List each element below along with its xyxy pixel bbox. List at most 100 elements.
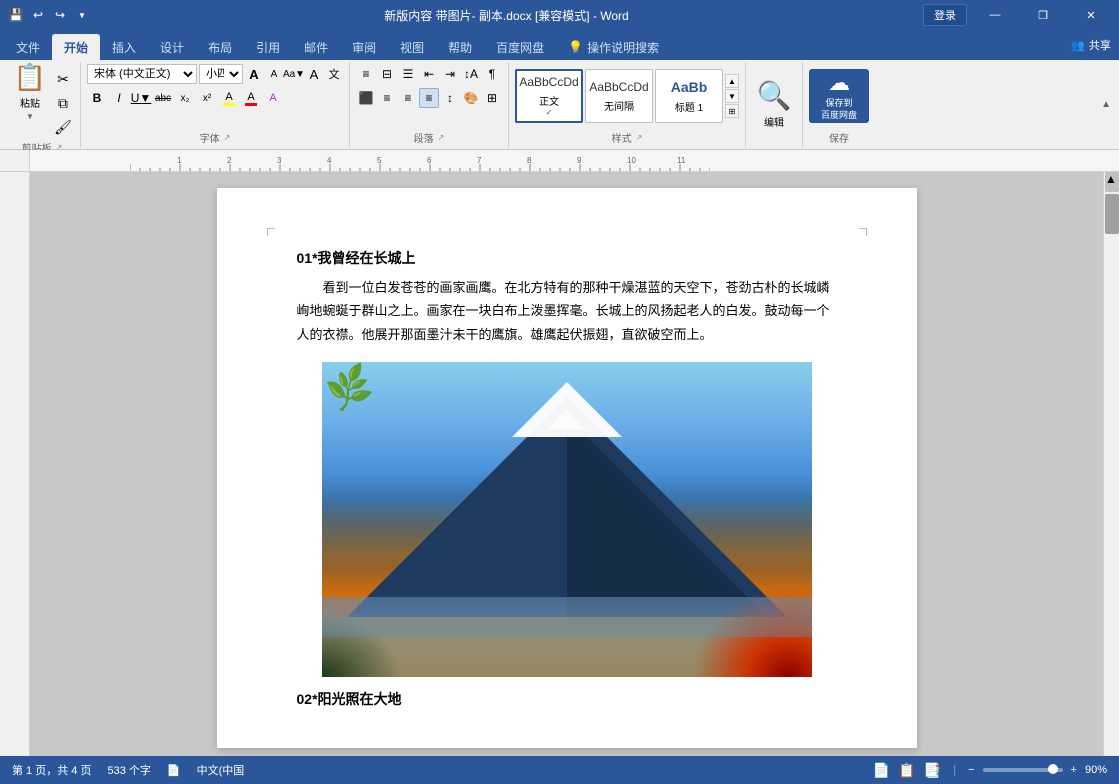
font-expand-icon[interactable]: ↗: [224, 133, 231, 142]
tab-file[interactable]: 文件: [4, 34, 52, 60]
editing-button[interactable]: 🔍 编辑: [752, 77, 796, 131]
body-text-1[interactable]: 看到一位白发苍苍的画家画鹰。在北方特有的那种干燥湛蓝的天空下，苍劲古朴的长城嶙峋…: [297, 276, 837, 346]
cloud-icon: ☁: [828, 70, 850, 96]
grow-font-button[interactable]: A: [245, 64, 263, 84]
save-group: ☁ 保存到百度网盘 保存: [803, 62, 875, 147]
decrease-indent-button[interactable]: ⇤: [419, 64, 439, 84]
justify-button[interactable]: ≡: [419, 88, 439, 108]
save-baidu-button[interactable]: ☁ 保存到百度网盘: [809, 69, 869, 123]
svg-text:11: 11: [677, 156, 686, 165]
zoom-slider[interactable]: [983, 768, 1063, 772]
bullet-list-button[interactable]: ≡: [356, 64, 376, 84]
align-right-button[interactable]: ≡: [398, 88, 418, 108]
styles-expand-icon[interactable]: ↗: [636, 133, 643, 142]
scrollbar-track[interactable]: ▲: [1103, 172, 1119, 756]
font-label: 字体: [200, 130, 220, 145]
case-button[interactable]: Aa▼: [285, 64, 303, 84]
document-page[interactable]: 01*我曾经在长城上 看到一位白发苍苍的画家画鹰。在北方特有的那种干燥湛蓝的天空…: [217, 188, 917, 748]
document-image[interactable]: 🌿: [322, 362, 812, 677]
layout-icon: 📄: [167, 764, 181, 777]
zoom-minus-button[interactable]: −: [968, 764, 974, 776]
line-spacing-button[interactable]: ↕: [440, 88, 460, 108]
editing-content: 🔍 编辑: [752, 64, 796, 143]
para-row-1: ≡ ⊟ ☰ ⇤ ⇥ ↕A ¶: [356, 64, 502, 84]
scrollbar-thumb[interactable]: [1105, 194, 1119, 234]
share-button[interactable]: 👥 共享: [1071, 30, 1111, 60]
tab-home[interactable]: 开始: [52, 34, 100, 60]
style-zhengwen[interactable]: AaBbCcDd 正文 ✓: [515, 69, 583, 123]
font-size-select[interactable]: 小四: [199, 64, 243, 84]
redo-icon[interactable]: ↪: [52, 7, 68, 23]
subscript-button[interactable]: x₂: [175, 88, 195, 108]
italic-button[interactable]: I: [109, 88, 129, 108]
paste-button[interactable]: 📋 粘贴 ▼: [10, 64, 50, 118]
zoom-plus-button[interactable]: +: [1071, 764, 1077, 776]
align-left-button[interactable]: ⬛: [356, 88, 376, 108]
styles-scroll-up[interactable]: ▲: [725, 74, 739, 88]
close-button[interactable]: ✕: [1071, 0, 1111, 30]
ruler-area: // This will be rendered server-side-lik…: [0, 150, 1119, 172]
tab-baidu[interactable]: 百度网盘: [484, 34, 556, 60]
login-button[interactable]: 登录: [923, 4, 967, 26]
font-name-select[interactable]: 宋体 (中文正文): [87, 64, 197, 84]
increase-indent-button[interactable]: ⇥: [440, 64, 460, 84]
tab-insert[interactable]: 插入: [100, 34, 148, 60]
status-bar: 第 1 页，共 4 页 533 个字 📄 中文(中国 📄 📋 📑 | − + 9…: [0, 756, 1119, 784]
underline-button[interactable]: U▼: [131, 88, 151, 108]
undo-icon[interactable]: ↩: [30, 7, 46, 23]
numbered-list-button[interactable]: ⊟: [377, 64, 397, 84]
cut-button[interactable]: ✂: [52, 68, 74, 90]
sort-button[interactable]: ↕A: [461, 64, 481, 84]
paragraph-expand-icon[interactable]: ↗: [438, 133, 445, 142]
view-web-icon[interactable]: 📋: [898, 762, 915, 779]
tab-layout[interactable]: 布局: [196, 34, 244, 60]
strikethrough-button[interactable]: abc: [153, 88, 173, 108]
format-paint-button[interactable]: 🖌: [52, 116, 74, 138]
customize-icon[interactable]: ▼: [74, 7, 90, 23]
styles-gallery: AaBbCcDd 正文 ✓ AaBbCcDd 无间隔 AaBb 标题 1: [515, 69, 723, 123]
font-group: 宋体 (中文正文) 小四 A A Aa▼ A 文 B I U▼ abc x₂ x…: [81, 62, 350, 147]
heading-2[interactable]: 02*阳光照在大地: [297, 689, 837, 709]
tab-mail[interactable]: 邮件: [292, 34, 340, 60]
font-color-button[interactable]: A: [241, 88, 261, 108]
char-button[interactable]: 文: [325, 64, 343, 84]
shading-button[interactable]: 🎨: [461, 88, 481, 108]
clipboard-group: 📋 粘贴 ▼ ✂ ⧉ 🖌 剪贴板 ↗: [4, 62, 81, 147]
ribbon-collapse-button[interactable]: ▲: [1097, 62, 1115, 147]
tab-review[interactable]: 审阅: [340, 34, 388, 60]
view-print-icon[interactable]: 📄: [873, 762, 890, 779]
copy-button[interactable]: ⧉: [52, 92, 74, 114]
title-text: 新版内容 带图片- 副本.docx [兼容模式] - Word: [90, 7, 923, 24]
borders-button[interactable]: ⊞: [482, 88, 502, 108]
restore-button[interactable]: ❐: [1023, 0, 1063, 30]
ribbon: 📋 粘贴 ▼ ✂ ⧉ 🖌 剪贴板 ↗ 宋体 (中文正文): [0, 60, 1119, 150]
style-wujiange[interactable]: AaBbCcDd 无间隔: [585, 69, 653, 123]
tab-view[interactable]: 视图: [388, 34, 436, 60]
shrink-font-button[interactable]: A: [265, 64, 283, 84]
styles-scroll-down[interactable]: ▼: [725, 89, 739, 103]
view-read-icon[interactable]: 📑: [924, 762, 941, 779]
highlight-button[interactable]: A: [219, 88, 239, 108]
minimize-button[interactable]: —: [975, 0, 1015, 30]
align-center-button[interactable]: ≡: [377, 88, 397, 108]
title-bar-right: 登录 — ❐ ✕: [923, 0, 1111, 30]
share-icon: 👥: [1071, 39, 1085, 52]
styles-content: AaBbCcDd 正文 ✓ AaBbCcDd 无间隔 AaBb 标题 1 ▲ ▼…: [515, 64, 739, 128]
tab-design[interactable]: 设计: [148, 34, 196, 60]
styles-expand[interactable]: ⊞: [725, 104, 739, 118]
scrollbar-up-arrow[interactable]: ▲: [1105, 172, 1119, 192]
superscript-button[interactable]: x²: [197, 88, 217, 108]
tab-help[interactable]: 帮助: [436, 34, 484, 60]
bold-button[interactable]: B: [87, 88, 107, 108]
svg-text:6: 6: [427, 156, 432, 165]
show-marks-button[interactable]: ¶: [482, 64, 502, 84]
style-biaoti1[interactable]: AaBb 标题 1: [655, 69, 723, 123]
heading-1[interactable]: 01*我曾经在长城上: [297, 248, 837, 268]
document-scroll[interactable]: 01*我曾经在长城上 看到一位白发苍苍的画家画鹰。在北方特有的那种干燥湛蓝的天空…: [30, 172, 1103, 756]
multilevel-list-button[interactable]: ☰: [398, 64, 418, 84]
tab-search[interactable]: 💡操作说明搜索: [556, 34, 671, 60]
text-effect-button[interactable]: A: [263, 88, 283, 108]
tab-references[interactable]: 引用: [244, 34, 292, 60]
clear-format-button[interactable]: A: [305, 64, 323, 84]
save-icon[interactable]: 💾: [8, 7, 24, 23]
